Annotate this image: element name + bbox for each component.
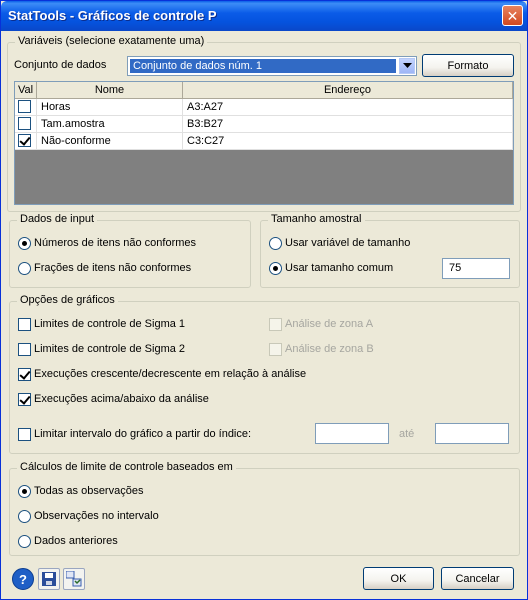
radio-label-previous-data[interactable]: Dados anteriores [34,535,118,547]
table-cell-address[interactable]: C3:C27 [183,133,513,150]
table-cell-name[interactable]: Não-conforme [37,133,183,150]
range-to-input[interactable] [435,423,509,444]
column-header-address: Endereço [183,82,513,99]
column-header-name: Nome [37,82,183,99]
table-cell-address[interactable]: B3:B27 [183,116,513,133]
help-icon[interactable]: ? [12,568,34,590]
table-row-checkbox-cell [15,133,37,150]
sigma1-checkbox[interactable] [18,318,31,331]
sigma1-label[interactable]: Limites de controle de Sigma 1 [34,318,185,330]
variables-legend: Variáveis (selecione exatamente uma) [15,35,208,47]
sigma2-label[interactable]: Limites de controle de Sigma 2 [34,343,185,355]
table-cell-name[interactable]: Tam.amostra [37,116,183,133]
input-data-group: Dados de input [9,213,251,288]
runs-updown-checkbox[interactable] [18,368,31,381]
zone-a-label: Análise de zona A [285,318,374,330]
radio-previous-data[interactable] [18,535,31,548]
input-data-legend: Dados de input [17,213,97,225]
radio-label-size-variable[interactable]: Usar variável de tamanho [285,237,410,249]
table-cell-name[interactable]: Horas [37,99,183,116]
title-bar[interactable]: StatTools - Gráficos de controle P ✕ [1,1,527,31]
dialog-window: StatTools - Gráficos de controle P ✕ Var… [0,0,528,600]
runs-updown-label[interactable]: Execuções crescente/decrescente em relaç… [34,368,306,380]
radio-use-common-size[interactable] [269,262,282,275]
format-button[interactable]: Formato [422,54,514,77]
table-cell-address[interactable]: A3:A27 [183,99,513,116]
sigma2-checkbox[interactable] [18,343,31,356]
radio-label-numbers[interactable]: Números de itens não conformes [34,237,196,249]
settings-icon[interactable] [63,568,85,590]
radio-label-range-observations[interactable]: Observações no intervalo [34,510,159,522]
dataset-select[interactable]: Conjunto de dados núm. 1 [127,56,417,76]
zone-b-checkbox[interactable] [269,343,282,356]
close-icon: ✕ [506,7,519,24]
zone-b-label: Análise de zona B [285,343,374,355]
limit-range-label[interactable]: Limitar intervalo do gráfico a partir do… [34,428,251,440]
runs-abovebelow-checkbox[interactable] [18,393,31,406]
table-row-checkbox-cell [15,99,37,116]
radio-numbers-nonconforming[interactable] [18,237,31,250]
zone-a-checkbox[interactable] [269,318,282,331]
dataset-selected-value: Conjunto de dados núm. 1 [130,59,396,73]
radio-label-common-size[interactable]: Usar tamanho comum [285,262,393,274]
radio-label-fractions[interactable]: Frações de itens não conformes [34,262,191,274]
save-icon[interactable] [38,568,60,590]
radio-range-observations[interactable] [18,510,31,523]
cancel-button[interactable]: Cancelar [441,567,514,590]
limit-range-checkbox[interactable] [18,428,31,441]
column-header-val: Val [15,82,37,99]
radio-use-size-variable[interactable] [269,237,282,250]
common-size-input[interactable]: 75 [442,258,510,279]
close-button[interactable]: ✕ [502,5,523,26]
radio-all-observations[interactable] [18,485,31,498]
range-ate-label: até [399,428,415,440]
row-checkbox-nao-conforme[interactable] [18,134,31,147]
chevron-down-icon[interactable] [399,58,415,74]
dataset-label: Conjunto de dados [14,59,107,71]
row-checkbox-horas[interactable] [18,100,31,113]
runs-abovebelow-label[interactable]: Execuções acima/abaixo da análise [34,393,209,405]
window-title: StatTools - Gráficos de controle P [8,8,217,23]
limit-calc-legend: Cálculos de limite de controle baseados … [17,461,236,473]
ok-button[interactable]: OK [363,567,434,590]
chart-options-legend: Opções de gráficos [17,294,118,306]
radio-label-all-observations[interactable]: Todas as observações [34,485,143,497]
sample-size-legend: Tamanho amostral [268,213,365,225]
radio-fractions-nonconforming[interactable] [18,262,31,275]
table-row-checkbox-cell [15,116,37,133]
row-checkbox-tam-amostra[interactable] [18,117,31,130]
variables-table: Val Nome Endereço Horas A3:A27 Tam.amost… [14,81,514,205]
range-from-input[interactable] [315,423,389,444]
